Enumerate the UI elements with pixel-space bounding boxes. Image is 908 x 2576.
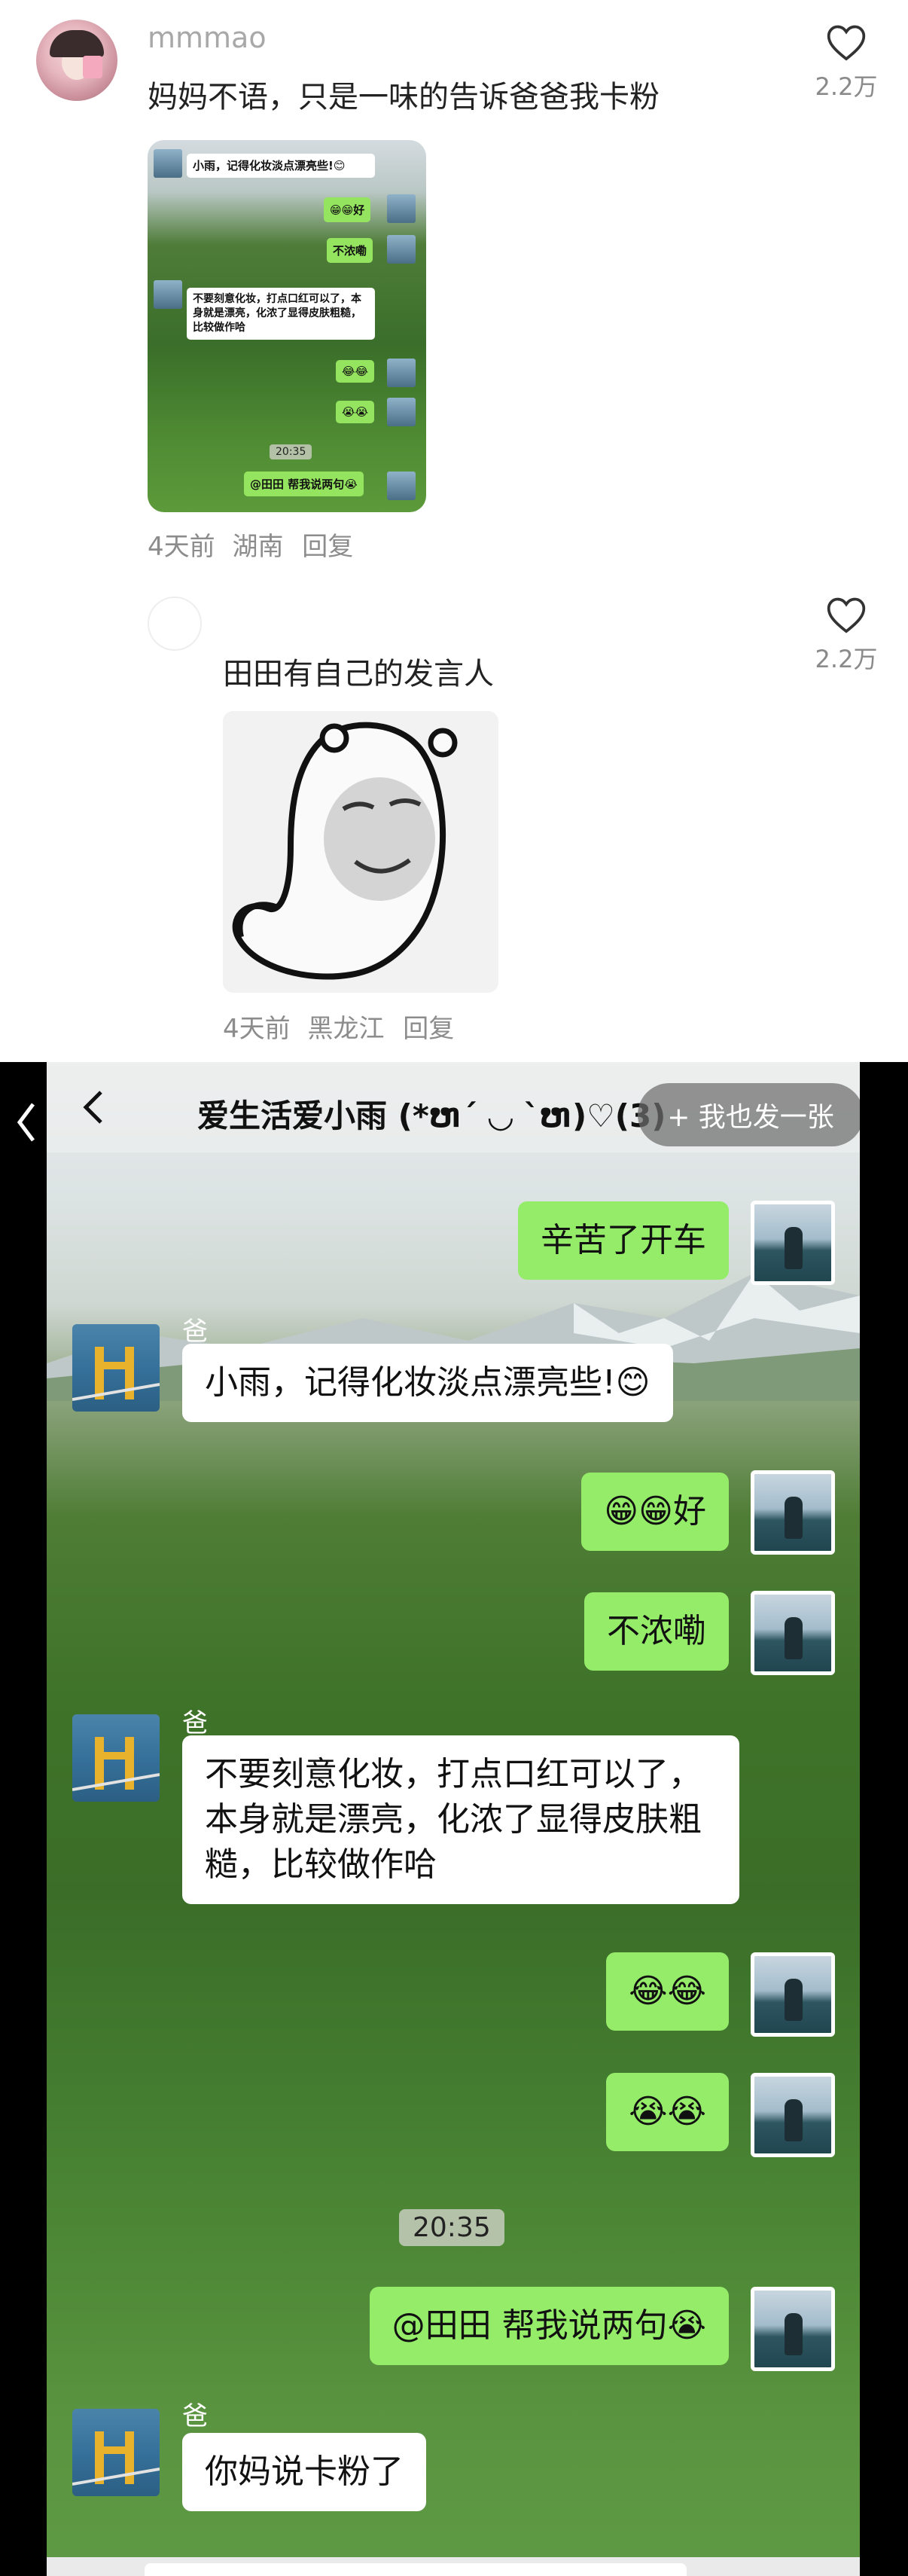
bridge-image-icon [72, 2431, 160, 2486]
thumb-avatar-me [387, 398, 416, 426]
like-button[interactable]: 2.2万 [801, 23, 891, 102]
meme-face-sticker [223, 711, 498, 993]
thumb-avatar-me [387, 194, 416, 223]
dad-avatar[interactable] [72, 2409, 160, 2496]
user-avatar[interactable] [36, 20, 117, 101]
thumb-avatar-me [387, 235, 416, 264]
time-divider: 20:35 [399, 2209, 504, 2246]
page: { "comments": [ { "username": "mmmao", "… [0, 0, 908, 2576]
heart-icon [827, 25, 866, 61]
my-avatar[interactable] [751, 1952, 835, 2037]
my-avatar[interactable] [751, 1591, 835, 1675]
thumb-bubble: 😂😂 [336, 360, 375, 383]
message-bubble-dad: 不要刻意化妆，打点口红可以了，本身就是漂亮，化浓了显得皮肤粗糙，比较做作哈 [182, 1735, 739, 1904]
thumb-avatar-dad [154, 280, 182, 309]
sticker-image[interactable] [223, 711, 498, 993]
thumb-time: 20:35 [270, 444, 312, 459]
sender-name: 爸 [182, 2401, 208, 2431]
message-bubble-dad: 小雨，记得化妆淡点漂亮些!😊 [182, 1344, 673, 1422]
chat-screen: 爱生活爱小雨 (*ຫ´ ◡ `ຫ)♡(3) + 我也发一张 辛苦了开车 爸 小雨… [47, 1062, 860, 2576]
chevron-left-icon[interactable] [15, 1100, 38, 1145]
my-avatar[interactable] [751, 1201, 835, 1285]
back-arrow-icon[interactable] [78, 1089, 108, 1125]
message-bubble-mine: 不浓嘞 [584, 1592, 729, 1671]
comment-text: 田田有自己的发言人 [223, 657, 494, 691]
message-bubble-mine: 辛苦了开车 [518, 1201, 729, 1280]
comment-meta: 4天前 黑龙江 回复 [223, 1008, 454, 1045]
comment-image[interactable]: 小雨，记得化妆淡点漂亮些!😊 😁😁好 不浓嘞 不要刻意化妆，打点口红可以了，本身… [148, 140, 426, 512]
sender-name: 爸 [182, 1708, 208, 1738]
like-count: 2.2万 [815, 645, 878, 673]
bridge-image-icon [72, 1737, 160, 1791]
bridge-image-icon [72, 1347, 160, 1401]
comment-time: 4天前 [223, 1014, 291, 1044]
thumb-avatar-me [387, 472, 416, 500]
like-button[interactable]: 2.2万 [801, 595, 891, 675]
chat-input-bar [47, 2557, 860, 2576]
thumb-bubble: 😭😭 [336, 401, 375, 423]
sender-name: 爸 [182, 1317, 208, 1347]
thumb-bubble: 不要刻意化妆，打点口红可以了，本身就是漂亮，化浓了显得皮肤粗糙，比较做作哈 [187, 288, 375, 340]
message-bubble-mine: 😭😭 [606, 2073, 729, 2151]
thumb-avatar-me [387, 359, 416, 387]
chat-input[interactable] [145, 2563, 687, 2576]
my-avatar[interactable] [751, 1470, 835, 1555]
message-bubble-mine: 😂😂 [606, 1952, 729, 2031]
shared-chat-screenshot: 爱生活爱小雨 (*ຫ´ ◡ `ຫ)♡(3) + 我也发一张 辛苦了开车 爸 小雨… [0, 1062, 908, 2576]
post-photo-button[interactable]: + 我也发一张 [638, 1083, 860, 1146]
my-avatar[interactable] [751, 2287, 835, 2371]
dad-avatar[interactable] [72, 1714, 160, 1802]
comment-text: 妈妈不语，只是一味的告诉爸爸我卡粉 [148, 80, 660, 114]
thumb-avatar-dad [154, 149, 182, 178]
comment-location: 黑龙江 [307, 1014, 385, 1044]
username[interactable]: mmmao [148, 21, 267, 54]
thumb-bubble: 😁😁好 [324, 197, 371, 222]
my-avatar[interactable] [751, 2073, 835, 2157]
reply-button[interactable]: 回复 [302, 532, 353, 562]
like-count: 2.2万 [815, 72, 878, 101]
message-bubble-mine: 😁😁好 [581, 1473, 729, 1551]
dad-avatar[interactable] [72, 1324, 160, 1412]
comment-meta: 4天前 湖南 回复 [148, 526, 353, 563]
thumb-bubble: 不浓嘞 [327, 238, 373, 263]
message-bubble-mine: @田田 帮我说两句😭 [369, 2287, 729, 2365]
comment-time: 4天前 [148, 532, 215, 562]
thumb-bubble: 小雨，记得化妆淡点漂亮些!😊 [187, 154, 375, 179]
heart-icon [827, 597, 866, 633]
user-avatar[interactable] [148, 597, 202, 651]
thumb-bubble: @田田 帮我说两句😭 [244, 472, 364, 496]
message-bubble-dad: 你妈说卡粉了 [182, 2433, 426, 2511]
comment-location: 湖南 [232, 532, 284, 562]
chat-title: 爱生活爱小雨 (*ຫ´ ◡ `ຫ)♡(3) [197, 1097, 666, 1134]
reply-button[interactable]: 回复 [403, 1014, 454, 1044]
